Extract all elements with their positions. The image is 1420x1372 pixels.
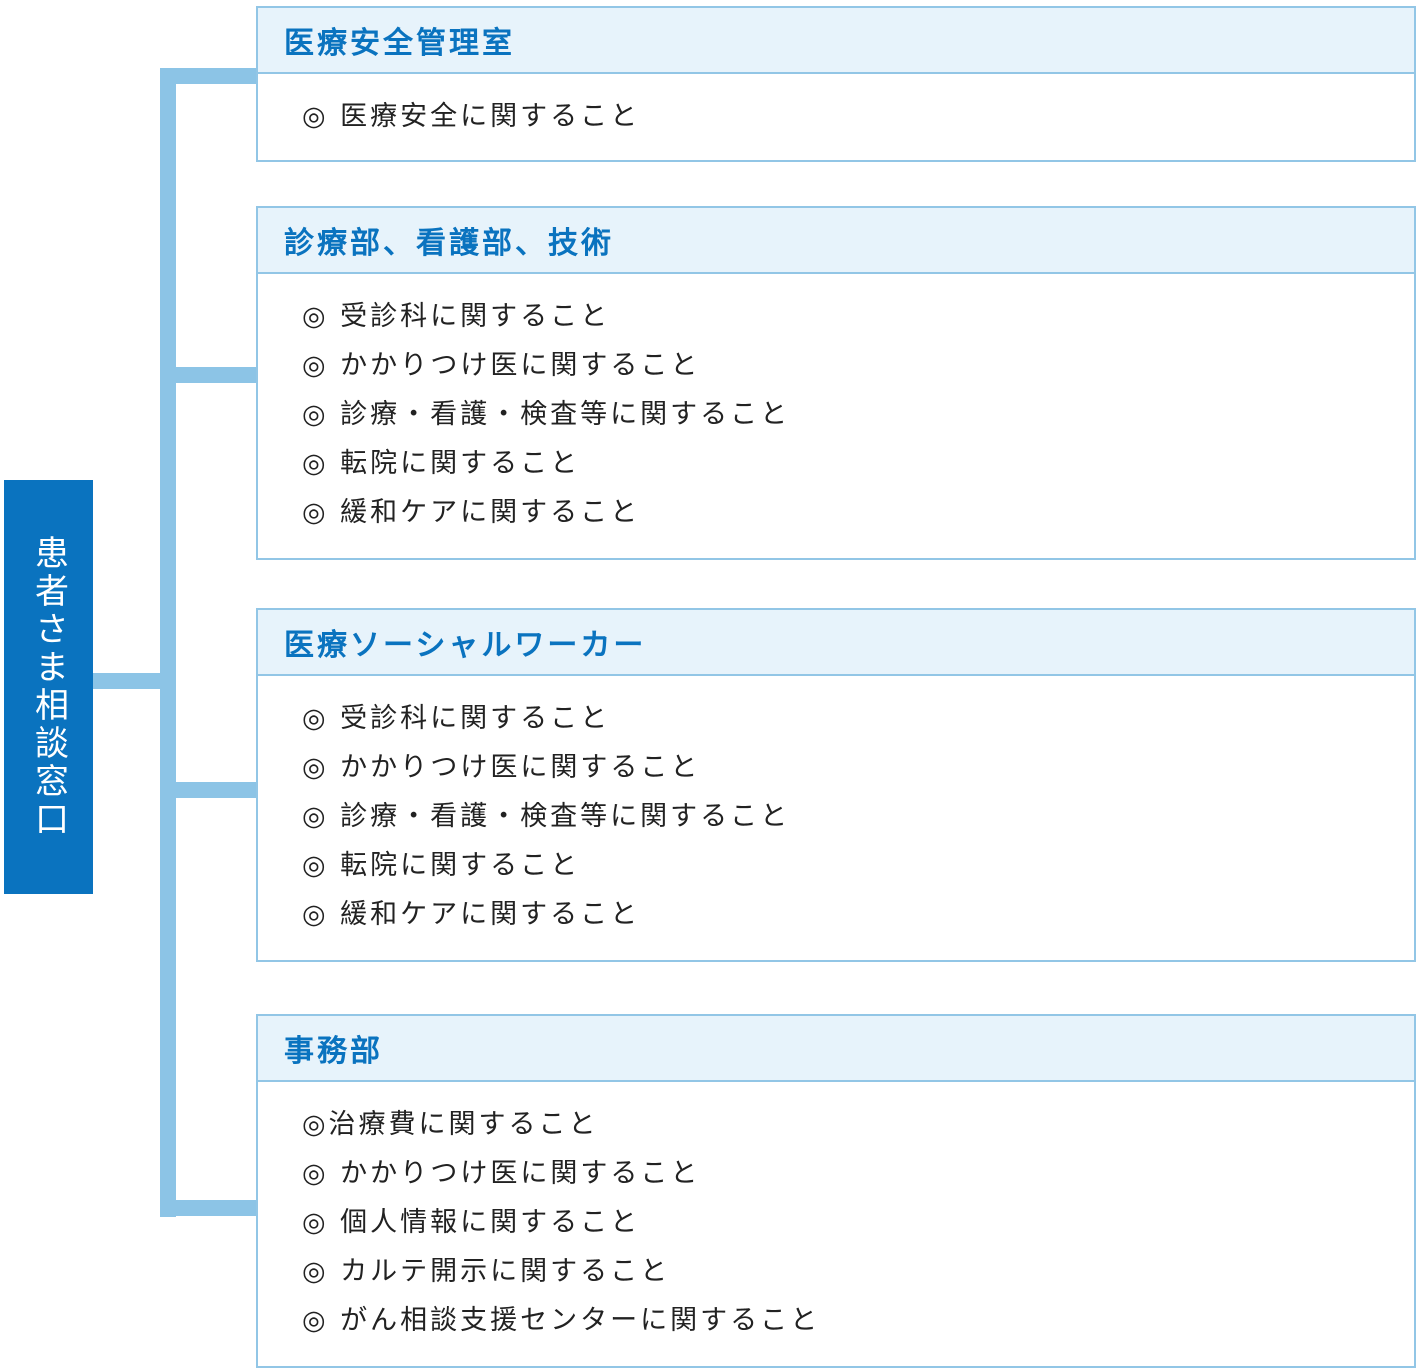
department-box-clinical: 診療部、看護部、技術 ◎ 受診科に関すること ◎ かかりつけ医に関すること ◎ … [256, 206, 1416, 560]
department-box-social-worker: 医療ソーシャルワーカー ◎ 受診科に関すること ◎ かかりつけ医に関すること ◎… [256, 608, 1416, 962]
list-item: ◎ 転院に関すること [302, 448, 581, 479]
root-label: 患者さま相談窓口 [28, 535, 69, 839]
list-item: ◎ かかりつけ医に関すること [302, 752, 701, 783]
list-item: ◎ 個人情報に関すること [302, 1207, 641, 1238]
department-item-list: ◎ 受診科に関すること ◎ かかりつけ医に関すること ◎ 診療・看護・検査等に関… [258, 676, 1414, 939]
list-item: ◎ がん相談支援センターに関すること [302, 1305, 821, 1336]
list-item: ◎ 診療・看護・検査等に関すること [302, 399, 791, 430]
list-item: ◎ 転院に関すること [302, 850, 581, 881]
list-item: ◎ 医療安全に関すること [302, 101, 641, 132]
connector-branch-2 [160, 367, 257, 383]
connector-branch-1 [160, 68, 257, 84]
department-box-medical-safety: 医療安全管理室 ◎ 医療安全に関すること [256, 6, 1416, 162]
connector-branch-3 [160, 782, 257, 798]
list-item: ◎ 受診科に関すること [302, 301, 611, 332]
list-item: ◎ カルテ開示に関すること [302, 1256, 671, 1287]
list-item: ◎ かかりつけ医に関すること [302, 1158, 701, 1189]
department-title: 診療部、看護部、技術 [284, 226, 614, 261]
department-box-administration: 事務部 ◎治療費に関すること ◎ かかりつけ医に関すること ◎ 個人情報に関する… [256, 1014, 1416, 1368]
connector-trunk-vertical [160, 68, 176, 1217]
list-item: ◎ 受診科に関すること [302, 703, 611, 734]
list-item: ◎ 緩和ケアに関すること [302, 497, 641, 528]
connector-root-horizontal [93, 673, 161, 689]
department-header: 医療安全管理室 [258, 8, 1414, 74]
list-item: ◎ 診療・看護・検査等に関すること [302, 801, 791, 832]
list-item: ◎ かかりつけ医に関すること [302, 350, 701, 381]
department-item-list: ◎ 受診科に関すること ◎ かかりつけ医に関すること ◎ 診療・看護・検査等に関… [258, 274, 1414, 537]
department-item-list: ◎ 医療安全に関すること [258, 74, 1414, 141]
list-item: ◎治療費に関すること [302, 1109, 599, 1140]
department-title: 医療ソーシャルワーカー [284, 628, 647, 663]
department-header: 診療部、看護部、技術 [258, 208, 1414, 274]
department-item-list: ◎治療費に関すること ◎ かかりつけ医に関すること ◎ 個人情報に関すること ◎… [258, 1082, 1414, 1345]
list-item: ◎ 緩和ケアに関すること [302, 899, 641, 930]
department-header: 事務部 [258, 1016, 1414, 1082]
root-node-patient-consultation: 患者さま相談窓口 [4, 480, 93, 894]
connector-branch-4 [160, 1200, 257, 1216]
department-title: 医療安全管理室 [284, 26, 515, 61]
department-header: 医療ソーシャルワーカー [258, 610, 1414, 676]
department-title: 事務部 [284, 1034, 383, 1069]
